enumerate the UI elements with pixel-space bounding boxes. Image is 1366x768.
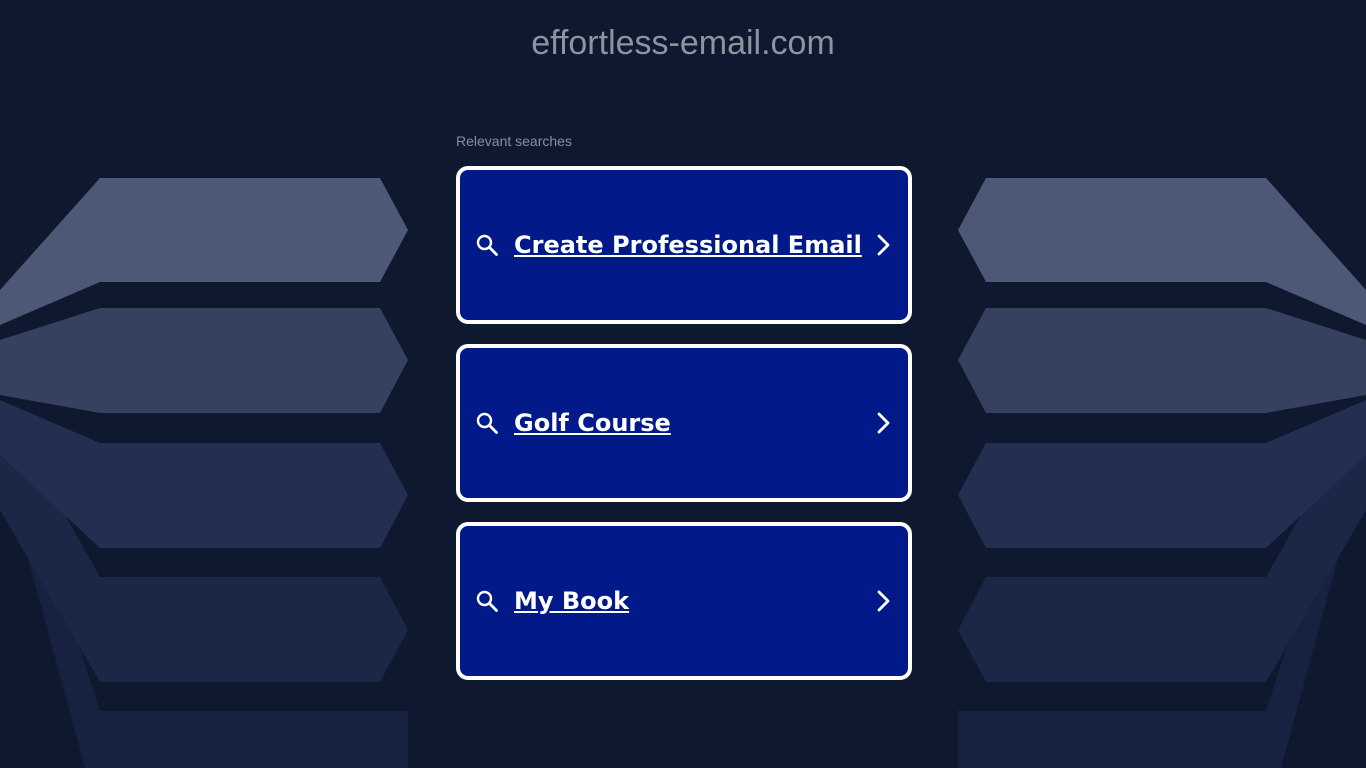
search-icon [474,232,500,258]
search-result-label[interactable]: My Book [514,587,872,615]
search-icon [474,588,500,614]
chevron-right-icon [872,588,894,614]
search-result-golf-course[interactable]: Golf Course [456,344,912,502]
chevron-right-icon [872,410,894,436]
searches-heading: Relevant searches [456,133,572,149]
bg-shape [958,308,1366,413]
search-result-label[interactable]: Golf Course [514,409,872,437]
bg-shape [958,178,1366,325]
site-title: effortless-email.com [531,24,835,62]
search-icon [474,410,500,436]
chevron-right-icon [872,232,894,258]
bg-shape [0,178,408,325]
search-result-label[interactable]: Create Professional Email [514,231,872,259]
search-result-my-book[interactable]: My Book [456,522,912,680]
relevant-searches: Relevant searches Create Professional Em… [456,133,912,700]
bg-shape [0,308,408,413]
search-result-create-professional-email[interactable]: Create Professional Email [456,166,912,324]
